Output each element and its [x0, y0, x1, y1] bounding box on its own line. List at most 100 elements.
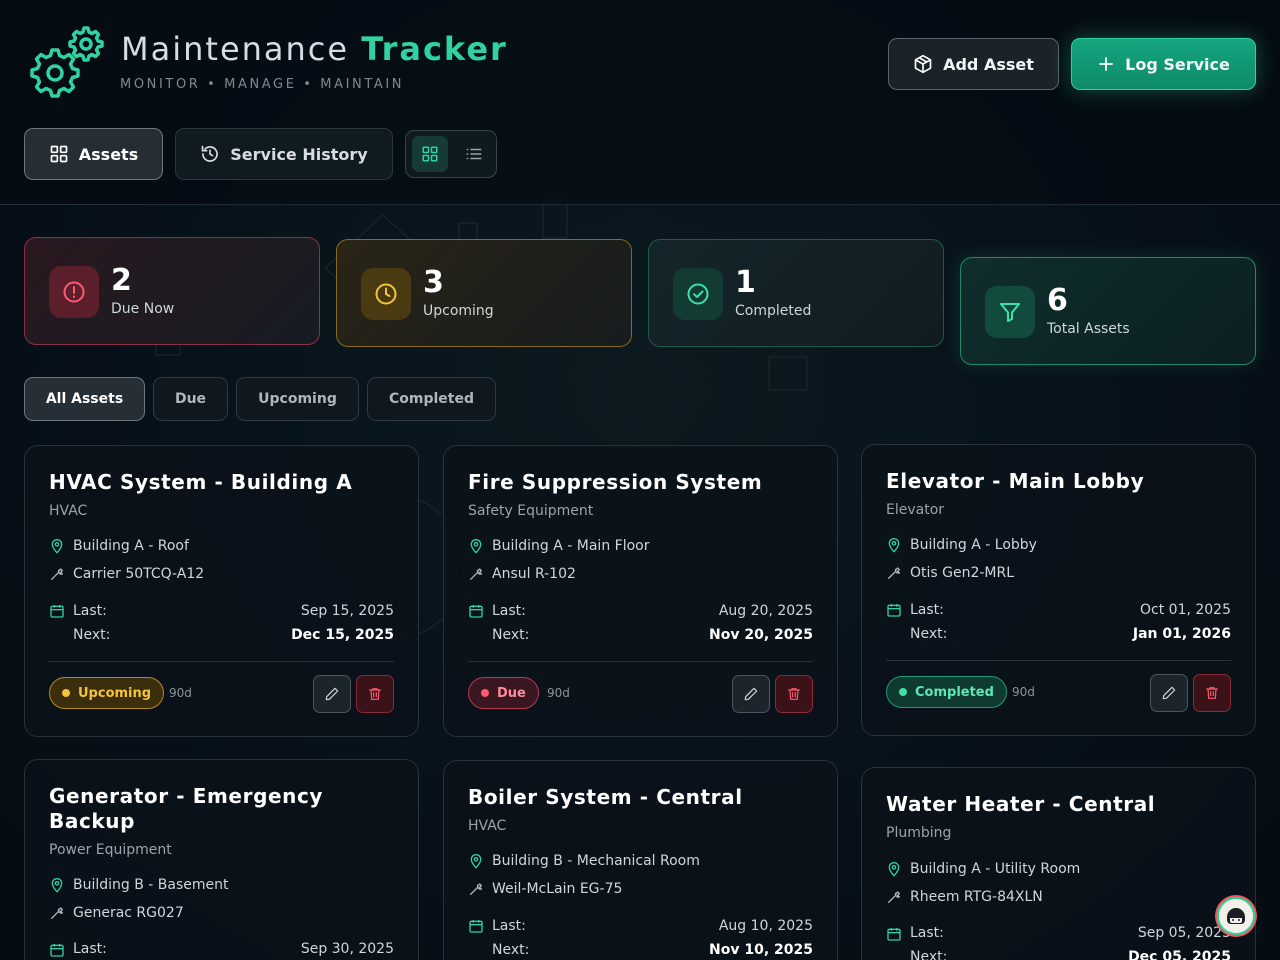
tab-service-history[interactable]: Service History — [175, 128, 393, 180]
app-header: Maintenance Tracker MONITOR • MANAGE • M… — [0, 0, 1280, 205]
asset-type: Safety Equipment — [468, 503, 594, 519]
service-interval: 90d — [1012, 685, 1035, 699]
stat-upcoming-value: 3 — [423, 265, 444, 300]
service-interval: 90d — [547, 686, 570, 700]
stat-card-due[interactable]: 2 Due Now — [24, 237, 320, 345]
asset-model: Rheem RTG-84XLN — [886, 889, 1043, 905]
tab-assets[interactable]: Assets — [24, 128, 163, 180]
asset-card[interactable]: Water Heater - Central Plumbing Building… — [861, 767, 1256, 960]
stat-completed-value: 1 — [735, 265, 756, 300]
grid-icon — [50, 145, 68, 163]
gears-logo-icon — [30, 26, 104, 98]
last-service-label: Last: — [492, 603, 526, 619]
delete-button[interactable] — [1193, 674, 1231, 712]
asset-location: Building A - Lobby — [886, 537, 1037, 553]
trash-icon — [1206, 687, 1218, 699]
last-service-label: Last: — [73, 941, 107, 957]
edit-button[interactable] — [1150, 674, 1188, 712]
next-service-date: Jan 01, 2026 — [1132, 626, 1231, 642]
service-interval: 90d — [169, 686, 192, 700]
asset-card[interactable]: Fire Suppression System Safety Equipment… — [443, 445, 838, 737]
stat-card-upcoming[interactable]: 3 Upcoming — [336, 239, 632, 347]
wrench-icon — [470, 568, 482, 580]
pencil-icon — [744, 687, 758, 701]
wrench-icon — [470, 883, 482, 895]
asset-name: Generator - Emergency Backup — [49, 784, 324, 833]
stat-completed-label: Completed — [735, 303, 812, 319]
asset-type: Power Equipment — [49, 842, 172, 858]
calendar-icon — [469, 605, 483, 618]
calendar-icon — [50, 605, 64, 618]
stat-due-label: Due Now — [111, 301, 175, 317]
edit-button[interactable] — [732, 675, 770, 713]
asset-location: Building B - Basement — [49, 877, 229, 893]
filter-all-assets[interactable]: All Assets — [24, 377, 145, 421]
asset-name: Fire Suppression System — [468, 470, 763, 494]
wrench-icon — [51, 907, 63, 919]
filter-completed[interactable]: Completed — [367, 377, 496, 421]
next-service-label: Next: — [73, 627, 111, 643]
asset-model: Weil-McLain EG-75 — [468, 881, 622, 897]
plus-icon — [1099, 57, 1114, 71]
alert-circle-icon — [63, 281, 85, 303]
asset-location: Building A - Main Floor — [468, 538, 649, 554]
status-badge: Completed — [886, 676, 1007, 708]
trash-icon — [369, 688, 381, 700]
map-pin-icon — [888, 862, 900, 877]
pencil-icon — [1162, 686, 1176, 700]
last-service-date: Aug 20, 2025 — [718, 603, 813, 619]
next-service-date: Dec 15, 2025 — [291, 627, 394, 643]
asset-name: HVAC System - Building A — [49, 470, 353, 494]
wrench-icon — [51, 568, 63, 580]
delete-button[interactable] — [775, 675, 813, 713]
check-circle-icon — [687, 283, 709, 305]
calendar-icon — [887, 928, 901, 941]
last-service-date: Sep 15, 2025 — [300, 603, 394, 619]
grid-view-button[interactable] — [412, 136, 448, 172]
view-toggle — [405, 130, 497, 178]
asset-type: Elevator — [886, 502, 945, 518]
delete-button[interactable] — [356, 675, 394, 713]
filter-upcoming[interactable]: Upcoming — [236, 377, 359, 421]
asset-card[interactable]: Elevator - Main Lobby Elevator Building … — [861, 444, 1256, 736]
asset-location: Building B - Mechanical Room — [468, 853, 700, 869]
asset-name: Water Heater - Central — [886, 792, 1156, 816]
card-divider — [886, 660, 1231, 661]
asset-type: Plumbing — [886, 825, 952, 841]
stat-card-total[interactable]: 6 Total Assets — [960, 257, 1256, 365]
map-pin-icon — [888, 538, 900, 553]
stat-upcoming-label: Upcoming — [423, 303, 494, 319]
next-service-date: Nov 10, 2025 — [709, 942, 813, 958]
asset-model: Carrier 50TCQ-A12 — [49, 566, 204, 582]
box-icon — [914, 54, 932, 74]
map-pin-icon — [470, 854, 482, 869]
trash-icon — [788, 688, 800, 700]
asset-card[interactable]: Boiler System - Central HVAC Building B … — [443, 760, 838, 960]
filter-icon — [1000, 303, 1020, 322]
next-service-label: Next: — [910, 626, 948, 642]
clock-icon — [375, 283, 397, 305]
next-service-label: Next: — [492, 627, 530, 643]
list-icon — [466, 148, 482, 160]
list-view-button[interactable] — [456, 136, 492, 172]
edit-button[interactable] — [313, 675, 351, 713]
calendar-icon — [50, 944, 64, 957]
asset-card[interactable]: Generator - Emergency Backup Power Equip… — [24, 759, 419, 960]
wrench-icon — [888, 891, 900, 903]
status-badge: Due — [468, 677, 539, 709]
asset-card[interactable]: HVAC System - Building A HVAC Building A… — [24, 445, 419, 737]
app-subtitle: MONITOR • MANAGE • MAINTAIN — [120, 77, 405, 92]
asset-type: HVAC — [468, 818, 507, 834]
grid-icon — [422, 146, 438, 162]
log-service-button[interactable]: Log Service — [1071, 38, 1256, 90]
filter-due[interactable]: Due — [153, 377, 228, 421]
add-asset-button[interactable]: Add Asset — [888, 38, 1059, 90]
next-service-date: Dec 05, 2025 — [1128, 949, 1231, 960]
pencil-icon — [325, 687, 339, 701]
wrench-icon — [888, 567, 900, 579]
last-service-date: Aug 10, 2025 — [718, 918, 813, 934]
asset-model: Generac RG027 — [49, 905, 184, 921]
assistant-bot-button[interactable] — [1217, 897, 1255, 935]
last-service-label: Last: — [492, 918, 526, 934]
stat-card-completed[interactable]: 1 Completed — [648, 239, 944, 347]
